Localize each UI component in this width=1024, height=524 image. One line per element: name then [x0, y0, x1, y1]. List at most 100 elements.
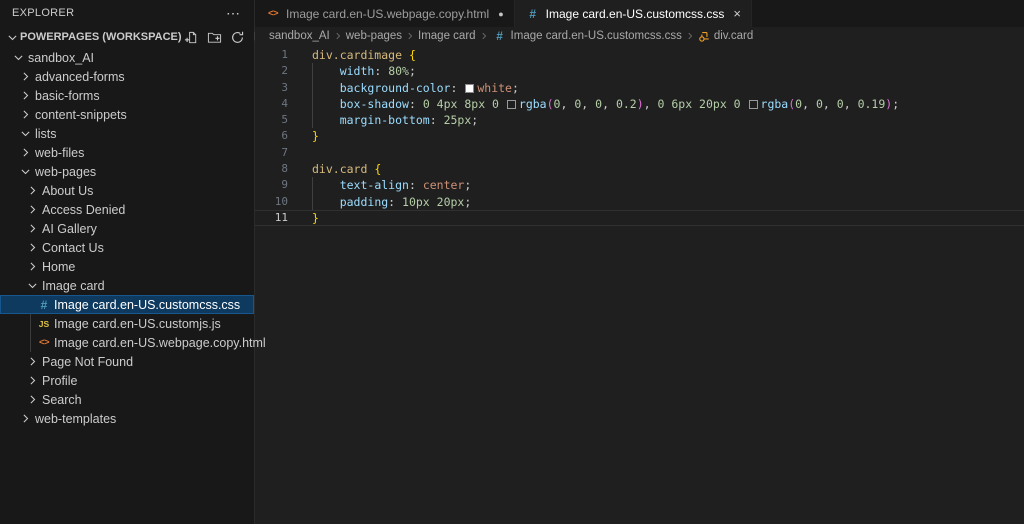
tab-image-card-en-us-webpage-copy-html[interactable]: <>Image card.en-US.webpage.copy.html● [255, 0, 515, 27]
tree-folder-access-denied[interactable]: Access Denied [0, 200, 254, 219]
tree-item-label: About Us [42, 184, 93, 198]
breadcrumb-item-image-card-en-us-customcss-css[interactable]: #Image card.en-US.customcss.css [492, 29, 682, 43]
chevron-down-icon [4, 29, 20, 45]
tree-folder-lists[interactable]: lists [0, 124, 254, 143]
code-line-10[interactable]: 10 padding: 10px 20px; [255, 194, 1024, 210]
tab-image-card-en-us-customcss-css[interactable]: # Image card.en-US.customcss.css × [515, 0, 752, 27]
tab-label: Image card.en-US.customcss.css [546, 7, 725, 21]
tree-folder-page-not-found[interactable]: Page Not Found [0, 352, 254, 371]
line-number: 1 [255, 47, 288, 63]
tree-item-label: Search [42, 393, 82, 407]
code-line-7[interactable]: 7 [255, 145, 1024, 161]
tree-folder-web-files[interactable]: web-files [0, 143, 254, 162]
tree-item-label: Contact Us [42, 241, 104, 255]
line-number: 9 [255, 177, 288, 193]
tree-file-image-card-en-us-customjs-js[interactable]: JSImage card.en-US.customjs.js [0, 314, 254, 333]
code-line-9[interactable]: 9 text-align: center; [255, 177, 1024, 193]
css-file-icon: # [525, 7, 541, 21]
color-swatch-white-icon [465, 84, 474, 93]
color-swatch-rgba-icon [507, 100, 516, 109]
tree-folder-about-us[interactable]: About Us [0, 181, 254, 200]
code-line-text: } [288, 210, 319, 226]
chevron-down-icon [17, 126, 33, 142]
chevron-right-icon [24, 202, 40, 218]
breadcrumb-item-image-card[interactable]: Image card [418, 30, 476, 42]
tree-item-label: sandbox_AI [28, 51, 94, 65]
breadcrumb-item-sandbox-ai[interactable]: sandbox_AI [269, 30, 330, 42]
tree-item-label: advanced-forms [35, 70, 125, 84]
file-tree: sandbox_AI advanced-forms basic-formsconte… [0, 48, 254, 428]
code-line-2[interactable]: 2 width: 80%; [255, 63, 1024, 79]
breadcrumb-item-div-card[interactable]: div.card [698, 30, 753, 43]
line-number: 7 [255, 145, 288, 161]
css-file-icon: # [492, 29, 508, 43]
code-line-6[interactable]: 6} [255, 128, 1024, 144]
tree-folder-advanced-forms[interactable]: advanced-forms [0, 67, 254, 86]
line-number: 11 [255, 210, 288, 226]
tree-folder-home[interactable]: Home [0, 257, 254, 276]
tree-file-image-card-en-us-webpage-copy-html[interactable]: <>Image card.en-US.webpage.copy.html [0, 333, 254, 352]
workspace-section-label: POWERPAGES (WORKSPACE) [20, 31, 182, 43]
tree-folder-web-templates[interactable]: web-templates [0, 409, 254, 428]
color-swatch-rgba-icon [749, 100, 758, 109]
chevron-down-icon [17, 164, 33, 180]
tree-item-label: lists [35, 127, 57, 141]
tree-folder-content-snippets[interactable]: content-snippets [0, 105, 254, 124]
more-actions-icon[interactable]: ⋯ [226, 5, 240, 22]
code-editor[interactable]: 1div.cardimage {2 width: 80%;3 backgroun… [255, 45, 1024, 524]
chevron-right-icon [17, 107, 33, 123]
line-number: 3 [255, 80, 288, 96]
tree-folder-ai-gallery[interactable]: AI Gallery [0, 219, 254, 238]
code-line-text: padding: 10px 20px; [288, 194, 471, 210]
tree-item-label: Home [42, 260, 75, 274]
breadcrumb-label: Image card.en-US.customcss.css [511, 30, 682, 42]
indent-guide [312, 63, 313, 128]
code-line-text: div.card { [288, 161, 381, 177]
chevron-right-icon [24, 354, 40, 370]
tree-item-label: AI Gallery [42, 222, 97, 236]
breadcrumb-label: Image card [418, 30, 476, 42]
code-line-1[interactable]: 1div.cardimage { [255, 47, 1024, 63]
tree-item-label: Image card.en-US.customcss.css [54, 298, 240, 312]
tree-folder-profile[interactable]: Profile [0, 371, 254, 390]
html-file-icon: <> [265, 8, 281, 19]
tree-item-label: Image card.en-US.webpage.copy.html [54, 336, 266, 350]
chevron-right-icon [17, 69, 33, 85]
chevron-down-icon [10, 50, 26, 66]
code-line-8[interactable]: 8div.card { [255, 161, 1024, 177]
tree-item-label: Image card [42, 279, 105, 293]
new-folder-icon[interactable] [205, 28, 224, 47]
new-file-icon[interactable] [182, 28, 201, 47]
line-number: 10 [255, 194, 288, 210]
tree-folder-search[interactable]: Search [0, 390, 254, 409]
breadcrumb-separator-icon [405, 31, 415, 41]
breadcrumb-label: div.card [714, 30, 753, 42]
tree-file-image-card-en-us-customcss-css[interactable]: #Image card.en-US.customcss.css [0, 295, 254, 314]
tree-item-label: Profile [42, 374, 77, 388]
tree-folder-web-pages[interactable]: web-pages [0, 162, 254, 181]
code-line-11[interactable]: 11} [255, 210, 1024, 226]
code-line-5[interactable]: 5 margin-bottom: 25px; [255, 112, 1024, 128]
tree-folder-basic-forms[interactable]: basic-forms [0, 86, 254, 105]
js-file-icon: JS [36, 319, 52, 329]
breadcrumb-item-web-pages[interactable]: web-pages [346, 30, 402, 42]
code-line-4[interactable]: 4 box-shadow: 0 4px 8px 0 rgba(0, 0, 0, … [255, 96, 1024, 112]
chevron-right-icon [24, 221, 40, 237]
chevron-right-icon [17, 88, 33, 104]
breadcrumb-separator-icon [333, 31, 343, 41]
tree-item-label: web-files [35, 146, 84, 160]
close-icon[interactable]: × [733, 6, 741, 21]
tree-folder-sandbox-ai[interactable]: sandbox_AI [0, 48, 254, 67]
workspace-section-header[interactable]: POWERPAGES (WORKSPACE) [0, 26, 254, 48]
tree-item-label: web-templates [35, 412, 116, 426]
explorer-header: EXPLORER ⋯ [0, 0, 254, 26]
code-line-3[interactable]: 3 background-color: white; [255, 80, 1024, 96]
refresh-icon[interactable] [228, 28, 247, 47]
breadcrumb-label: sandbox_AI [269, 30, 330, 42]
code-line-text: background-color: white; [288, 80, 519, 96]
tree-folder-contact-us[interactable]: Contact Us [0, 238, 254, 257]
tree-item-label: Access Denied [42, 203, 125, 217]
tree-folder-image-card[interactable]: Image card [0, 276, 254, 295]
code-line-text: div.cardimage { [288, 47, 416, 63]
chevron-down-icon [24, 278, 40, 294]
